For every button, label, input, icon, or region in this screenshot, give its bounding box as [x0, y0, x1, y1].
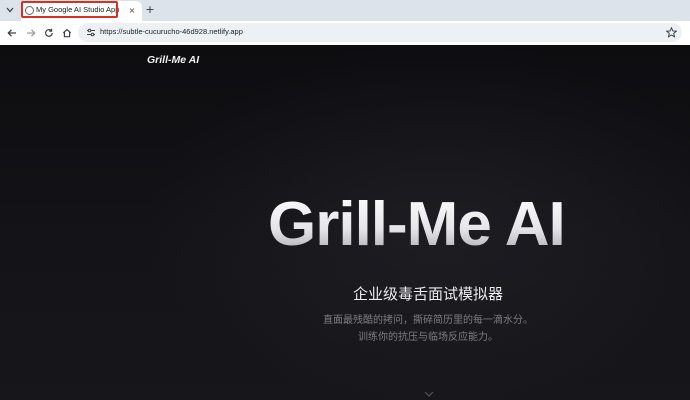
hero-description-line-2: 训练你的抗压与临场反应能力。	[358, 332, 498, 343]
forward-arrow-icon[interactable]	[23, 25, 39, 41]
tab-highlight-box	[21, 1, 118, 18]
browser-toolbar: https://subtle-cucurucho-46d928.netlify.…	[0, 21, 690, 45]
tab-strip: My Google AI Studio App × +	[0, 0, 690, 21]
site-info-tune-icon[interactable]	[84, 26, 97, 39]
scroll-down-chevron-icon[interactable]	[423, 389, 435, 399]
page-viewport: Grill-Me AI Grill-Me AI 企业级毒舌面试模拟器 直面最残酷…	[0, 45, 690, 400]
reload-icon[interactable]	[41, 25, 57, 41]
new-tab-button[interactable]: +	[143, 2, 157, 16]
hero-title: Grill-Me AI	[268, 190, 566, 259]
tab-search-chevron-down-icon[interactable]	[2, 2, 18, 18]
bookmark-star-icon[interactable]	[664, 25, 678, 39]
back-arrow-icon[interactable]	[4, 25, 20, 41]
browser-window: My Google AI Studio App × + https://subt…	[0, 0, 690, 400]
close-tab-icon[interactable]: ×	[126, 4, 138, 16]
site-logo[interactable]: Grill-Me AI	[147, 54, 199, 66]
home-icon[interactable]	[59, 25, 75, 41]
hero-subtitle: 企业级毒舌面试模拟器	[352, 285, 503, 303]
hero-description-line-1: 直面最残酷的拷问，撕碎简历里的每一滴水分。	[323, 315, 533, 326]
address-bar[interactable]: https://subtle-cucurucho-46d928.netlify.…	[78, 23, 682, 42]
url-text[interactable]: https://subtle-cucurucho-46d928.netlify.…	[100, 27, 243, 36]
